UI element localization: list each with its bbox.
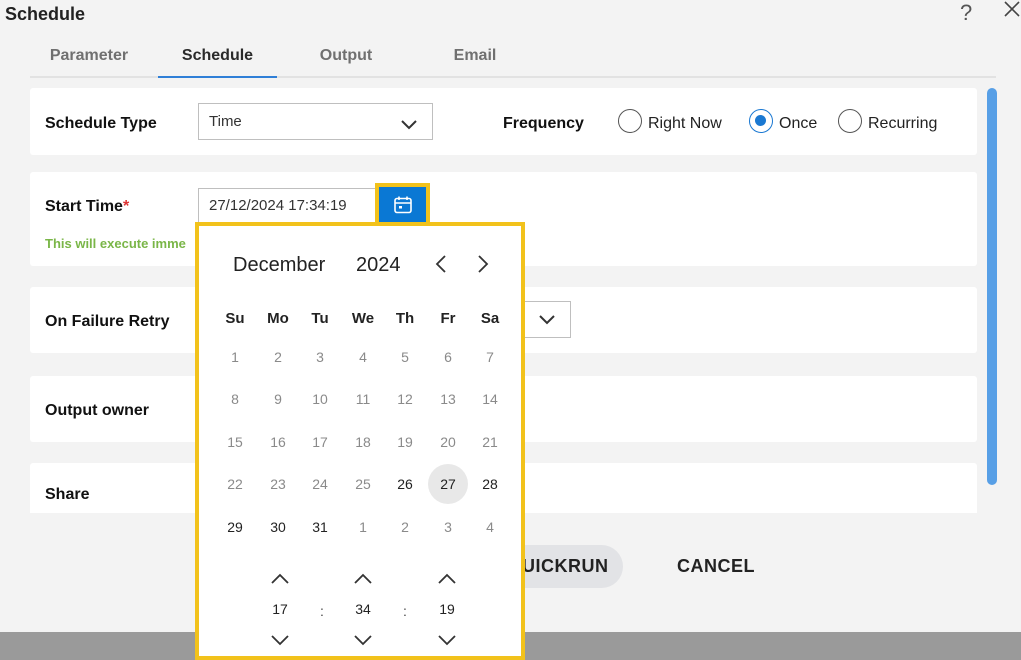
cancel-button[interactable]: CANCEL bbox=[666, 545, 766, 588]
schedule-type-value: Time bbox=[209, 113, 242, 130]
radio-recurring-label[interactable]: Recurring bbox=[868, 115, 937, 133]
calendar-day[interactable]: 13 bbox=[428, 379, 468, 419]
calendar-day[interactable]: 26 bbox=[385, 464, 425, 504]
calendar-day[interactable]: 30 bbox=[258, 507, 298, 547]
chevron-up-icon[interactable] bbox=[435, 571, 459, 587]
calendar-day[interactable]: 6 bbox=[428, 337, 468, 377]
help-icon[interactable]: ? bbox=[960, 0, 972, 26]
chevron-down-icon[interactable] bbox=[435, 632, 459, 648]
calendar-day[interactable]: 7 bbox=[470, 337, 510, 377]
calendar-day[interactable]: 8 bbox=[215, 379, 255, 419]
calendar-month[interactable]: December bbox=[233, 254, 325, 277]
frequency-label: Frequency bbox=[503, 115, 584, 132]
calendar-day[interactable]: 22 bbox=[215, 464, 255, 504]
calendar-day[interactable]: 19 bbox=[385, 422, 425, 462]
weekday-header: Sa bbox=[480, 310, 500, 327]
calendar-day[interactable]: 1 bbox=[343, 507, 383, 547]
weekday-header: Su bbox=[225, 310, 245, 327]
calendar-day[interactable]: 28 bbox=[470, 464, 510, 504]
schedule-type-card: Schedule Type Time Frequency Right Now O… bbox=[30, 88, 977, 155]
calendar-day[interactable]: 18 bbox=[343, 422, 383, 462]
calendar-day[interactable]: 2 bbox=[258, 337, 298, 377]
calendar-day[interactable]: 5 bbox=[385, 337, 425, 377]
radio-recurring[interactable] bbox=[838, 109, 862, 133]
chevron-down-icon bbox=[538, 310, 556, 332]
calendar-day[interactable]: 16 bbox=[258, 422, 298, 462]
calendar-day[interactable]: 4 bbox=[470, 507, 510, 547]
time-minute[interactable]: 34 bbox=[343, 601, 383, 617]
schedule-type-label: Schedule Type bbox=[45, 115, 157, 132]
calendar-day[interactable]: 29 bbox=[215, 507, 255, 547]
chevron-right-icon[interactable] bbox=[473, 252, 493, 276]
calendar-day[interactable]: 20 bbox=[428, 422, 468, 462]
radio-right-now-label[interactable]: Right Now bbox=[648, 115, 722, 133]
start-time-label: Start Time* bbox=[45, 198, 129, 216]
calendar-day[interactable]: 23 bbox=[258, 464, 298, 504]
time-second[interactable]: 19 bbox=[427, 601, 467, 617]
tab-parameter[interactable]: Parameter bbox=[30, 40, 148, 78]
calendar-day[interactable]: 31 bbox=[300, 507, 340, 547]
radio-once[interactable] bbox=[749, 109, 773, 133]
calendar-day[interactable]: 25 bbox=[343, 464, 383, 504]
weekday-header: Fr bbox=[440, 310, 456, 327]
calendar-day[interactable]: 11 bbox=[343, 379, 383, 419]
radio-once-label[interactable]: Once bbox=[779, 115, 817, 133]
calendar-day[interactable]: 4 bbox=[343, 337, 383, 377]
schedule-type-select[interactable]: Time bbox=[198, 103, 433, 140]
required-mark: * bbox=[122, 198, 130, 215]
time-separator: : bbox=[403, 603, 407, 619]
weekday-header: Mo bbox=[267, 310, 289, 327]
calendar-button[interactable] bbox=[375, 183, 430, 226]
start-time-input[interactable]: 27/12/2024 17:34:19 bbox=[198, 188, 376, 224]
start-time-hint: This will execute imme bbox=[45, 236, 186, 251]
weekday-header: We bbox=[351, 310, 375, 327]
output-owner-label: Output owner bbox=[45, 402, 149, 419]
calendar-day[interactable]: 2 bbox=[385, 507, 425, 547]
chevron-left-icon[interactable] bbox=[431, 252, 451, 276]
radio-right-now[interactable] bbox=[618, 109, 642, 133]
scrollbar[interactable] bbox=[987, 88, 997, 485]
calendar-day[interactable]: 21 bbox=[470, 422, 510, 462]
chevron-down-icon bbox=[400, 111, 418, 147]
calendar-day[interactable]: 10 bbox=[300, 379, 340, 419]
start-time-label-text: Start Time bbox=[45, 198, 123, 215]
calendar-day[interactable]: 15 bbox=[215, 422, 255, 462]
calendar-day[interactable]: 17 bbox=[300, 422, 340, 462]
calendar-day[interactable]: 14 bbox=[470, 379, 510, 419]
tab-output[interactable]: Output bbox=[287, 40, 405, 78]
tab-schedule[interactable]: Schedule bbox=[158, 40, 277, 78]
calendar-day[interactable]: 9 bbox=[258, 379, 298, 419]
tab-email[interactable]: Email bbox=[415, 40, 535, 78]
calendar-day[interactable]: 3 bbox=[300, 337, 340, 377]
weekday-header: Th bbox=[395, 310, 415, 327]
chevron-down-icon[interactable] bbox=[268, 632, 292, 648]
calendar-year[interactable]: 2024 bbox=[356, 254, 401, 277]
calendar-day[interactable]: 24 bbox=[300, 464, 340, 504]
close-icon[interactable] bbox=[1003, 0, 1021, 22]
calendar-icon bbox=[394, 196, 412, 214]
calendar-day[interactable]: 1 bbox=[215, 337, 255, 377]
calendar-day[interactable]: 12 bbox=[385, 379, 425, 419]
calendar-day[interactable]: 3 bbox=[428, 507, 468, 547]
chevron-up-icon[interactable] bbox=[268, 571, 292, 587]
weekday-header: Tu bbox=[311, 310, 329, 327]
share-label: Share bbox=[45, 486, 90, 503]
on-failure-retry-label: On Failure Retry bbox=[45, 313, 170, 330]
time-hour[interactable]: 17 bbox=[260, 601, 300, 617]
date-picker-popup: December 2024 Su Mo Tu We Th Fr Sa 1 2 3 4 5 6 7 8 9 10 1… bbox=[195, 222, 525, 660]
dialog-title: Schedule bbox=[5, 4, 86, 24]
tab-bar: Parameter Schedule Output Email bbox=[30, 40, 996, 78]
chevron-down-icon[interactable] bbox=[351, 632, 375, 648]
chevron-up-icon[interactable] bbox=[351, 571, 375, 587]
time-separator: : bbox=[320, 603, 324, 619]
calendar-day[interactable]: 27 bbox=[428, 464, 468, 504]
